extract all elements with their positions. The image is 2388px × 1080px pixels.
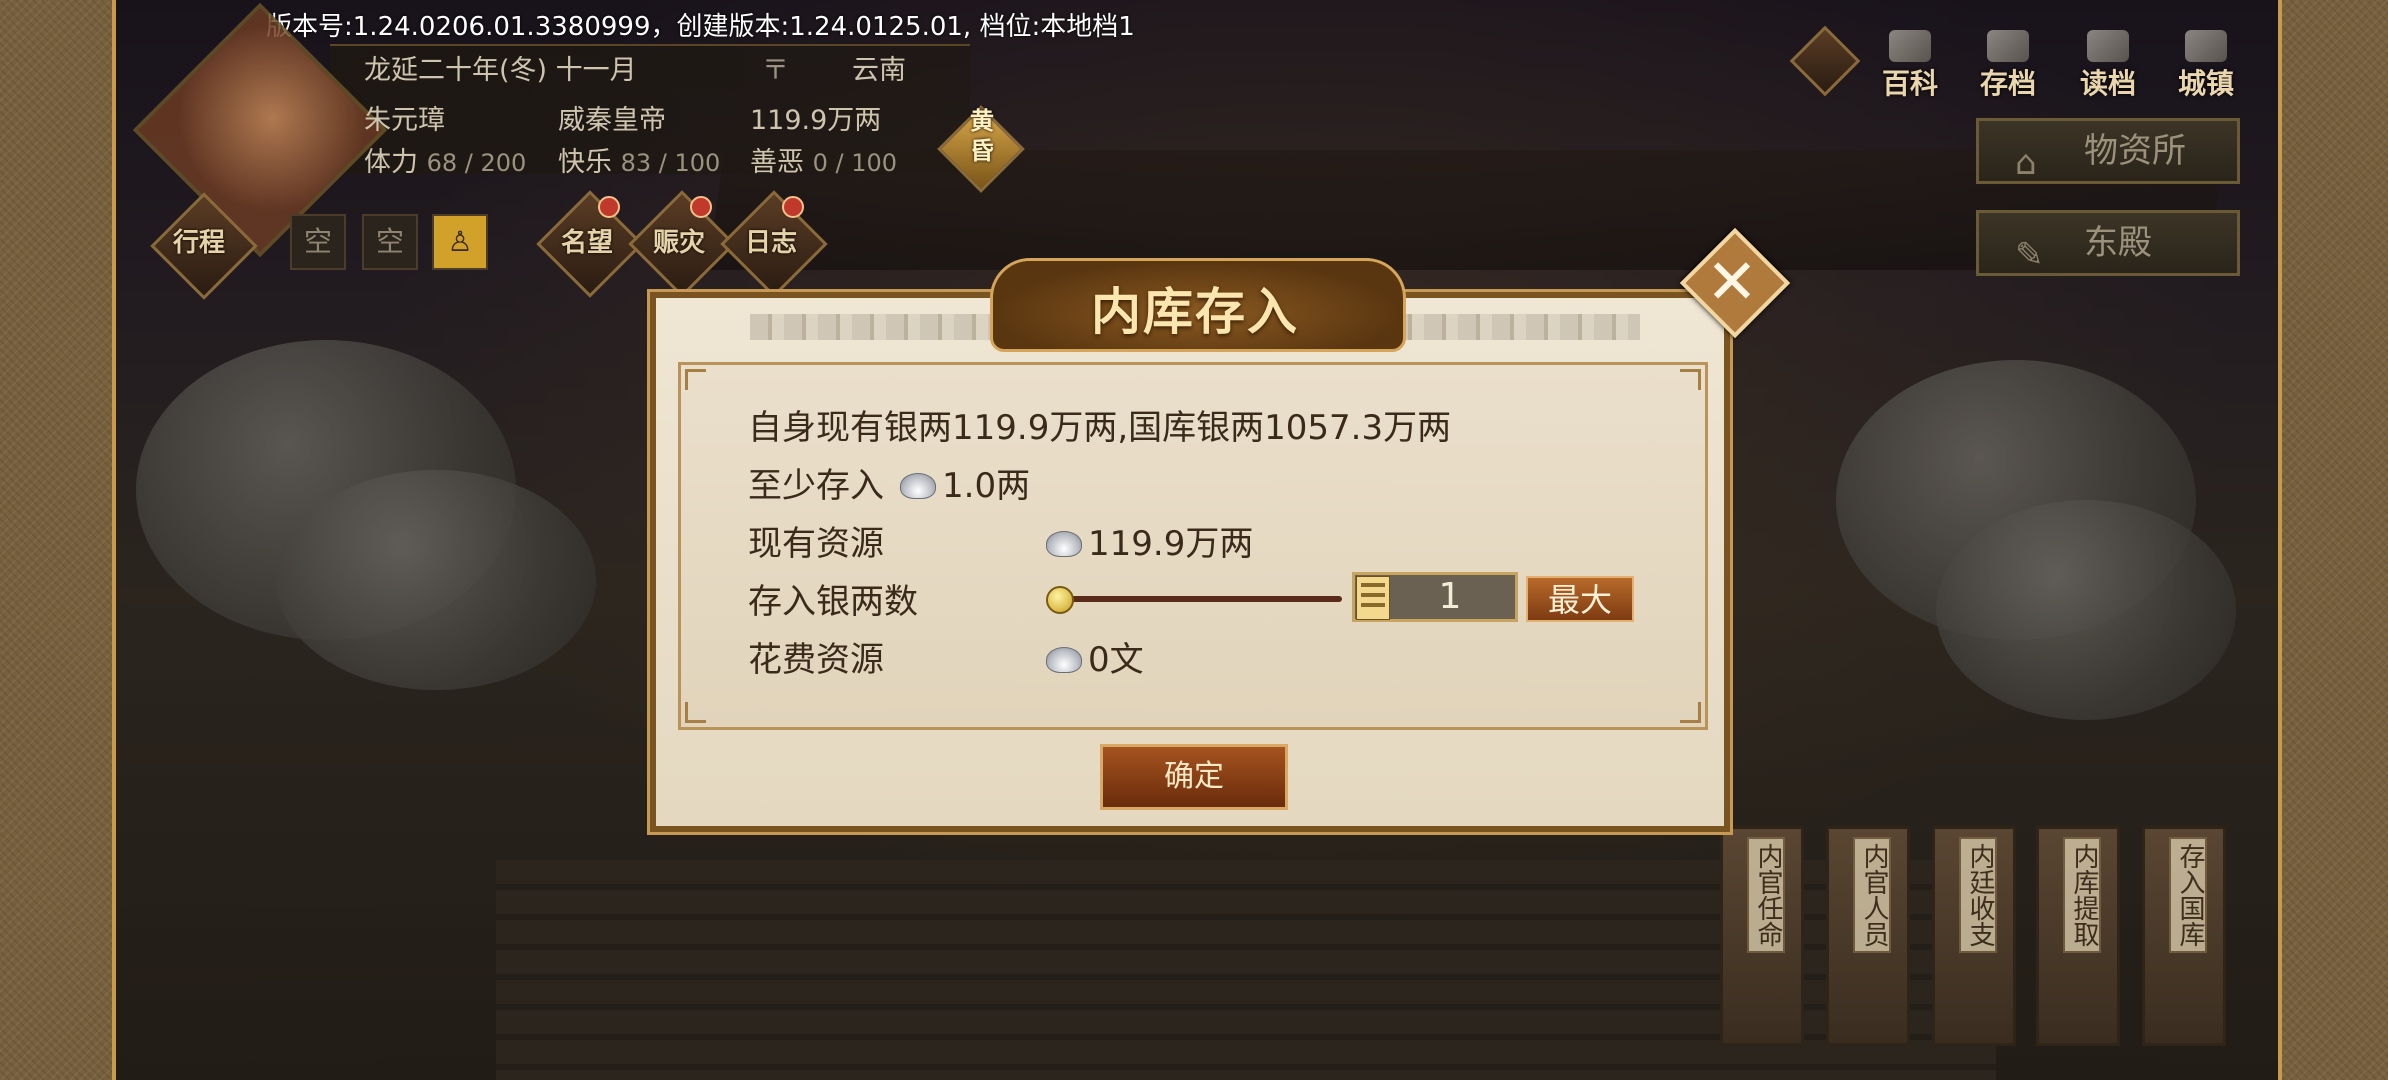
silver-ingot-icon [1046,531,1082,557]
silver-ingot-icon [1046,647,1082,673]
encyclopedia-icon [1889,30,1931,62]
house-icon: ⌂ [2015,143,2037,183]
min-deposit-value: 1.0两 [942,466,1031,506]
meditate-icon: ♙ [447,225,473,258]
corner-ornament [1680,369,1701,390]
town-icon [2185,30,2227,62]
max-button[interactable]: 最大 [1526,576,1634,622]
treasury-withdraw-button[interactable]: 内库提取 [2036,826,2120,1046]
location-icon: 〒 [762,55,789,86]
location-label: 云南 [852,55,906,86]
eunuch-appoint-button[interactable]: 内官任命 [1720,826,1804,1046]
corner-ornament [1680,702,1701,723]
itinerary-label: 行程 [172,228,225,258]
load-button[interactable]: 读档 [2066,30,2150,100]
happiness-stat: 快乐 83 / 100 [558,140,720,179]
journal-label: 日志 [744,228,797,258]
current-resource-value: 119.9万两 [1088,524,1254,564]
relief-badge [690,196,712,218]
min-deposit-label: 至少存入 [748,466,884,506]
player-title: 威秦皇帝 [558,105,666,136]
calculator-icon[interactable] [1356,576,1390,620]
happiness-value: 83 / 100 [620,149,721,177]
silver-ingot-icon [900,473,936,499]
dialog-fret-left [750,314,1000,340]
stamina-label: 体力 [364,147,418,178]
confirm-button[interactable]: 确定 [1100,744,1288,810]
east-hall-button[interactable]: ✎ 东殿 [1976,210,2240,276]
happiness-label: 快乐 [558,147,612,178]
time-of-day-label: 黄昏 [970,107,994,165]
load-icon [2087,30,2129,62]
game-date: 龙延二十年(冬) 十一月 [364,55,637,86]
brush-icon: ✎ [2015,235,2044,275]
relief-label: 赈灾 [652,228,705,258]
current-resource-label: 现有资源 [748,524,884,564]
cost-row: 0文 [1046,632,1144,681]
corner-ornament [685,369,706,390]
stamina-value: 68 / 200 [426,149,527,177]
cost-label: 花费资源 [748,640,884,680]
court-finance-label: 内廷收支 [1959,837,1997,953]
east-hall-label: 东殿 [2084,223,2152,263]
encyclopedia-button[interactable]: 百科 [1868,30,1952,100]
version-label: 版本号:1.24.0206.01.3380999，创建版本:1.24.0125.… [266,12,1135,42]
eunuch-appoint-label: 内官任命 [1747,837,1785,953]
min-deposit-value-row: 1.0两 [900,458,1030,507]
eunuch-staff-label: 内官人员 [1853,837,1891,953]
empty-slot-2[interactable]: 空 [362,214,418,270]
deposit-national-button[interactable]: 存入国库 [2142,826,2226,1046]
deposit-slider-thumb[interactable] [1046,586,1074,614]
supply-office-button[interactable]: ⌂ 物资所 [1976,118,2240,184]
save-button[interactable]: 存档 [1966,30,2050,100]
encyclopedia-label: 百科 [1881,67,1938,100]
morality-stat: 善恶 0 / 100 [750,140,897,179]
deposit-slider-track[interactable] [1050,596,1342,602]
morality-label: 善恶 [750,147,804,178]
close-icon[interactable]: ✕ [1682,232,1782,332]
town-label: 城镇 [2177,67,2234,100]
stamina-stat: 体力 68 / 200 [364,140,526,179]
deposit-amount-label: 存入银两数 [748,582,918,622]
cost-value: 0文 [1088,640,1144,680]
deposit-amount-value: 1 [1438,576,1462,617]
dialog-fret-right [1390,314,1640,340]
court-finance-button[interactable]: 内廷收支 [1932,826,2016,1046]
load-label: 读档 [2079,67,2136,100]
player-money: 119.9万两 [750,105,882,136]
morality-value: 0 / 100 [812,149,898,177]
empty-slot-1[interactable]: 空 [290,214,346,270]
supply-office-label: 物资所 [2084,131,2186,171]
reputation-label: 名望 [560,228,613,258]
save-icon [1987,30,2029,62]
treasury-withdraw-label: 内库提取 [2063,837,2101,953]
current-resource-row: 119.9万两 [1046,516,1253,565]
dialog-title: 内库存入 [1091,283,1299,341]
reputation-badge [598,196,620,218]
silver-summary: 自身现有银两119.9万两,国库银两1057.3万两 [748,408,1452,448]
deposit-national-label: 存入国库 [2169,837,2207,953]
save-label: 存档 [1979,67,2036,100]
player-name: 朱元璋 [364,105,445,136]
corner-ornament [685,702,706,723]
journal-badge [782,196,804,218]
eunuch-staff-button[interactable]: 内官人员 [1826,826,1910,1046]
meditate-slot[interactable]: ♙ [432,214,488,270]
town-button[interactable]: 城镇 [2164,30,2248,100]
